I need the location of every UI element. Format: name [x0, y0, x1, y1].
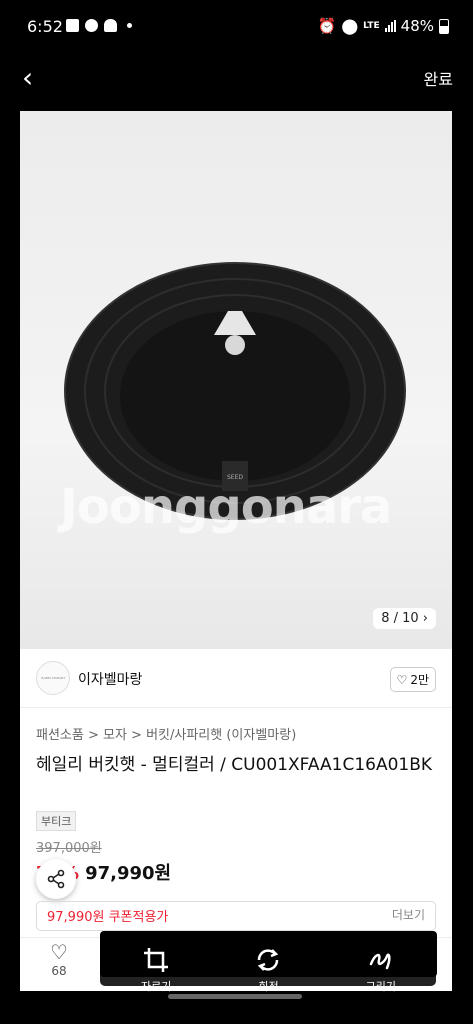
weather-icon	[104, 19, 117, 32]
wishlist-button[interactable]: ♡ 68	[50, 940, 68, 978]
done-button[interactable]: 완료	[424, 66, 453, 90]
rotate-button[interactable]: 회전	[218, 946, 318, 996]
heart-outline-icon: ♡	[50, 940, 68, 964]
status-right: ⏰ ⬤ LTE 48%	[318, 17, 449, 35]
product-image[interactable]: SEED Joonggonara 8 / 10 ›	[20, 111, 452, 649]
more-notifications-icon	[127, 23, 132, 28]
watermark: Joonggonara	[60, 479, 392, 535]
like-count: 2만	[410, 673, 429, 687]
share-icon	[47, 869, 65, 889]
location-icon: ⬤	[341, 17, 359, 35]
heart-icon: ♡	[396, 672, 408, 687]
crop-label: 자르기	[140, 980, 172, 993]
battery-percent: 48%	[400, 17, 434, 35]
breadcrumb[interactable]: 패션소품 > 모자 > 버킷/사파리햇 (이자벨마랑)	[36, 724, 296, 743]
boutique-tag: 부티크	[36, 811, 77, 831]
editor-topbar: ‹ 완료	[0, 54, 473, 102]
draw-icon	[369, 953, 391, 970]
network-label: LTE	[363, 20, 380, 31]
screenshot-preview: SEED Joonggonara 8 / 10 › ISABEL MARANT …	[20, 111, 452, 991]
original-price: 397,000원	[36, 841, 102, 856]
status-bar: 6:52 ⏰ ⬤ LTE 48%	[0, 0, 473, 54]
wishlist-count: 68	[51, 964, 67, 978]
coupon-more-link[interactable]: 더보기	[392, 906, 425, 923]
seller-row[interactable]: ISABEL MARANT 이자벨마랑 ♡ 2만	[20, 649, 452, 708]
edit-toolbar: 자르기 회전 그리기	[100, 946, 437, 996]
coupon-text: 97,990원 쿠폰적용가	[47, 910, 169, 925]
seller-avatar[interactable]: ISABEL MARANT	[36, 661, 70, 695]
seller-name[interactable]: 이자벨마랑	[78, 669, 142, 689]
signal-icon	[384, 20, 396, 32]
crop-button[interactable]: 자르기	[106, 946, 206, 996]
status-time: 6:52	[27, 17, 63, 36]
coupon-box[interactable]: 97,990원 쿠폰적용가 더보기	[36, 901, 436, 931]
product-title: 헤일리 버킷햇 - 멀티컬러 / CU001XFAA1C16A01BK	[36, 755, 433, 775]
gesture-handle[interactable]	[168, 994, 302, 999]
draw-button[interactable]: 그리기	[331, 946, 431, 996]
back-button[interactable]: ‹	[22, 64, 33, 92]
battery-icon	[439, 18, 449, 34]
rotate-icon	[258, 949, 279, 971]
sale-price: 97,990원	[85, 863, 172, 884]
alarm-icon: ⏰	[317, 17, 337, 35]
share-button[interactable]	[36, 859, 76, 899]
crop-icon	[144, 948, 169, 972]
image-counter[interactable]: 8 / 10 ›	[373, 608, 436, 629]
gallery-icon	[66, 19, 79, 32]
rotate-label: 회전	[258, 980, 279, 993]
car-icon	[85, 19, 98, 32]
like-button[interactable]: ♡ 2만	[389, 667, 436, 692]
notification-icons	[66, 19, 132, 32]
draw-label: 그리기	[365, 980, 396, 993]
